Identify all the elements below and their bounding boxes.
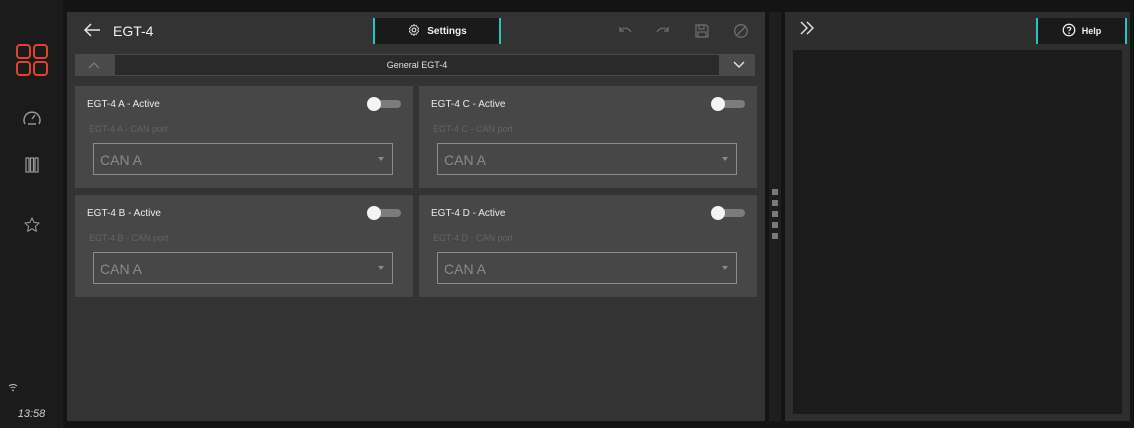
egt4-c-active-toggle[interactable] (711, 97, 745, 111)
settings-tab-label: Settings (427, 25, 467, 37)
splitter-grip (772, 189, 778, 195)
caret-down-icon (378, 266, 384, 270)
columns-icon[interactable] (0, 153, 63, 177)
apps-grid-icon[interactable] (0, 42, 63, 78)
clock: 13:58 (17, 408, 46, 420)
egt4-a-can-port-select[interactable]: CAN A (93, 143, 393, 175)
select-value: CAN A (444, 152, 487, 168)
egt4-c-can-port-label: EGT-4 C - CAN port (433, 124, 514, 134)
egt4-b-active-toggle[interactable] (367, 206, 401, 220)
help-label: Help (1081, 26, 1102, 36)
egt4-b-active-label: EGT-4 B - Active (87, 208, 161, 219)
chevron-up-icon[interactable] (75, 54, 113, 76)
egt4-b-card: EGT-4 B - Active EGT-4 B - CAN port CAN … (75, 195, 413, 297)
gauge-icon[interactable] (0, 106, 63, 130)
splitter-grip (772, 222, 778, 228)
egt4-b-can-port-select[interactable]: CAN A (93, 252, 393, 284)
egt4-d-card: EGT-4 D - Active EGT-4 D - CAN port CAN … (419, 195, 757, 297)
select-value: CAN A (100, 261, 143, 277)
gear-icon (407, 23, 421, 40)
wifi-icon (8, 383, 18, 394)
tab-settings[interactable]: Settings (373, 18, 501, 44)
help-button[interactable]: Help (1036, 18, 1127, 44)
caret-down-icon (378, 157, 384, 161)
egt4-c-card: EGT-4 C - Active EGT-4 C - CAN port CAN … (419, 86, 757, 188)
question-circle-icon (1062, 23, 1076, 39)
caret-down-icon (722, 157, 728, 161)
egt4-b-can-port-label: EGT-4 B - CAN port (89, 233, 169, 243)
toggle-knob (711, 206, 725, 220)
toggle-knob (711, 97, 725, 111)
panel-header: EGT-4 Settings (67, 12, 765, 50)
egt4-a-can-port-label: EGT-4 A - CAN port (89, 124, 168, 134)
splitter-grip (772, 200, 778, 206)
star-icon[interactable] (0, 213, 63, 237)
cancel-icon[interactable] (731, 21, 751, 41)
help-panel-header: Help (785, 12, 1130, 50)
panel-splitter[interactable] (769, 12, 781, 421)
egt4-d-can-port-label: EGT-4 D - CAN port (433, 233, 514, 243)
egt4-a-active-label: EGT-4 A - Active (87, 99, 160, 110)
splitter-grip (772, 233, 778, 239)
back-arrow-icon[interactable] (81, 19, 103, 41)
toggle-knob (367, 97, 381, 111)
settings-panel: EGT-4 Settings General EGT-4 EGT-4 A - A… (67, 12, 765, 421)
select-value: CAN A (100, 152, 143, 168)
double-chevron-right-icon[interactable] (799, 21, 815, 40)
help-content-area (793, 50, 1122, 414)
undo-icon[interactable] (615, 21, 635, 41)
egt4-d-active-toggle[interactable] (711, 206, 745, 220)
egt4-c-can-port-select[interactable]: CAN A (437, 143, 737, 175)
egt4-d-active-label: EGT-4 D - Active (431, 208, 506, 219)
page-title: EGT-4 (113, 23, 154, 39)
caret-down-icon (722, 266, 728, 270)
left-navigation-rail: 13:58 (0, 0, 63, 428)
toggle-knob (367, 206, 381, 220)
save-icon[interactable] (692, 21, 712, 41)
egt4-c-active-label: EGT-4 C - Active (431, 99, 506, 110)
egt4-a-active-toggle[interactable] (367, 97, 401, 111)
egt4-a-card: EGT-4 A - Active EGT-4 A - CAN port CAN … (75, 86, 413, 188)
egt4-d-can-port-select[interactable]: CAN A (437, 252, 737, 284)
section-header: General EGT-4 (75, 54, 755, 76)
select-value: CAN A (444, 261, 487, 277)
help-panel: Help (785, 12, 1130, 421)
section-title[interactable]: General EGT-4 (115, 55, 719, 75)
splitter-grip (772, 211, 778, 217)
redo-icon[interactable] (653, 21, 673, 41)
chevron-down-icon[interactable] (723, 54, 755, 76)
